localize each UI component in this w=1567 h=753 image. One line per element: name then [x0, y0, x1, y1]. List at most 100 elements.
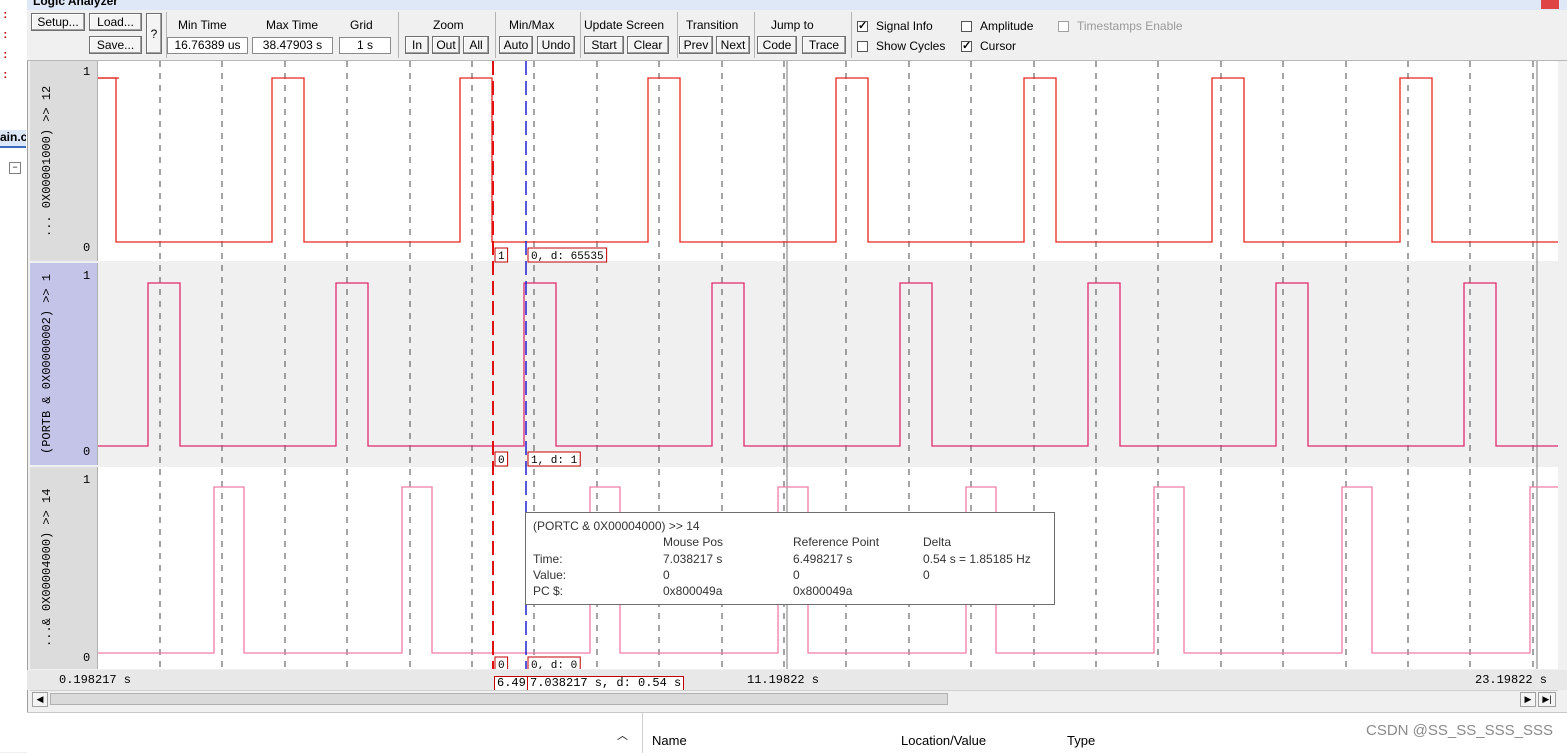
jump-to-label: Jump to: [771, 18, 814, 32]
svg-text:0, d: 0: 0, d: 0: [531, 660, 577, 669]
clear-button[interactable]: Clear: [627, 36, 669, 54]
tooltip-time-ref: 6.498217 s: [793, 552, 853, 566]
cursor-checkbox[interactable]: ✓: [961, 41, 972, 52]
minmax-label: Min/Max: [509, 18, 555, 32]
signal-2-low-label: 0: [83, 445, 91, 459]
zoom-out-button[interactable]: Out: [432, 36, 460, 54]
prev-button[interactable]: Prev: [679, 36, 713, 54]
collapse-icon[interactable]: −: [9, 162, 21, 174]
grid-field: 1 s: [339, 37, 391, 54]
signal-band-2: [98, 263, 1558, 465]
cursor-time-box: 7.038217 s, d: 0.54 s: [527, 676, 685, 691]
separator: [495, 12, 496, 58]
signal-1-low-label: 0: [83, 241, 91, 255]
tooltip-value-ref: 0: [793, 568, 800, 582]
signal-1-cursor-value: 0, d: 65535: [527, 247, 608, 263]
tooltip-value-delta: 0: [923, 568, 930, 582]
code-button[interactable]: Code: [757, 36, 797, 54]
signal-info-tooltip: (PORTC & 0X00004000) >> 14 Mouse Pos Ref…: [525, 512, 1055, 605]
next-button[interactable]: Next: [716, 36, 750, 54]
tooltip-time-delta: 0.54 s = 1.85185 Hz: [923, 552, 1031, 566]
tooltip-col-mouse: Mouse Pos: [663, 535, 724, 549]
max-time-field: 38.47903 s: [252, 37, 333, 54]
signal-1-high-label: 1: [83, 65, 91, 79]
tooltip-pc-mouse: 0x800049a: [663, 584, 723, 598]
min-time-field: 16.76389 us: [167, 37, 248, 54]
separator: [851, 12, 852, 58]
start-button[interactable]: Start: [584, 36, 624, 54]
svg-text:1, d: 1: 1, d: 1: [531, 455, 578, 467]
separator: [580, 12, 581, 58]
tooltip-value-mouse: 0: [663, 568, 670, 582]
timestamps-checkbox[interactable]: [1058, 21, 1069, 32]
svg-text:1: 1: [498, 251, 505, 263]
signal-label-2[interactable]: (PORTB & 0X00000002) >> 1: [30, 263, 98, 465]
tooltip-row-time: Time:: [533, 552, 563, 566]
scroll-right-icon[interactable]: ▶: [1520, 692, 1536, 707]
amplitude-checkbox[interactable]: [961, 21, 972, 32]
name-column-header[interactable]: Name: [652, 733, 687, 748]
svg-text:0, d: 65535: 0, d: 65535: [531, 251, 604, 263]
horizontal-scrollbar[interactable]: ◀ ▶ ▶|: [30, 690, 1558, 709]
auto-button[interactable]: Auto: [499, 36, 533, 54]
scroll-left-icon[interactable]: ◀: [32, 692, 48, 707]
save-button[interactable]: Save...: [89, 36, 142, 54]
setup-button[interactable]: Setup...: [31, 13, 85, 31]
tooltip-col-ref: Reference Point: [793, 535, 880, 549]
amplitude-label: Amplitude: [980, 19, 1034, 33]
help-button[interactable]: ?: [146, 13, 162, 54]
grid-label: Grid: [350, 18, 373, 32]
signal-2-high-label: 1: [83, 269, 91, 283]
tooltip-row-value: Value:: [533, 568, 567, 582]
toolbar: Setup... Load... Save... ? Min Time 16.7…: [27, 10, 1567, 61]
editor-tab-label: ain.c: [0, 130, 26, 144]
tooltip-pc-ref: 0x800049a: [793, 584, 853, 598]
tooltip-title: (PORTC & 0X00004000) >> 14: [533, 519, 700, 533]
update-screen-label: Update Screen: [584, 18, 665, 32]
location-column-header[interactable]: Location/Value: [901, 733, 986, 748]
time-axis: 0.198217 s 6.49 7.038217 s, d: 0.54 s 11…: [27, 670, 1567, 691]
signal-3-cursor-value: 0, d: 0: [527, 656, 581, 669]
reference-time-box: 6.49: [494, 676, 530, 691]
left-strip-mark: :: [2, 10, 9, 22]
signal-info-label: Signal Info: [876, 19, 933, 33]
trace-button[interactable]: Trace: [802, 36, 846, 54]
signal-info-checkbox[interactable]: ✓: [857, 21, 868, 32]
signal-label-1[interactable]: ... 0X00001000) >> 12: [30, 61, 98, 261]
signal-1-ref-value: 1: [494, 247, 509, 263]
time-axis-start: 0.198217 s: [59, 673, 132, 687]
editor-tab[interactable]: ain.c: [0, 130, 26, 148]
panel-divider: [642, 713, 643, 753]
scroll-end-icon[interactable]: ▶|: [1538, 692, 1556, 707]
signal-label-3[interactable]: ...& 0X00004000) >> 14: [30, 467, 98, 669]
signal-3-low-label: 0: [83, 651, 91, 665]
watermark: CSDN @SS_SS_SSS_SSS: [1366, 722, 1553, 739]
tooltip-col-delta: Delta: [923, 535, 952, 549]
collapse-up-icon[interactable]: ︿: [617, 727, 628, 743]
signal-2-ref-value: 0: [494, 451, 509, 467]
load-button[interactable]: Load...: [89, 13, 142, 31]
watch-panel: ︿ Name Location/Value Type: [27, 712, 1567, 753]
type-column-header[interactable]: Type: [1067, 733, 1095, 748]
time-axis-end: 23.19822 s: [1475, 673, 1548, 687]
close-icon[interactable]: [1541, 0, 1559, 9]
scrollbar-thumb[interactable]: [50, 693, 948, 705]
time-axis-mid: 11.19822 s: [747, 673, 820, 687]
show-cycles-label: Show Cycles: [876, 39, 946, 53]
signal-band-1: [98, 61, 1558, 261]
separator: [677, 12, 678, 58]
svg-text:0: 0: [498, 455, 505, 467]
zoom-label: Zoom: [433, 18, 464, 32]
signal-name-2: (PORTB & 0X00000002) >> 1: [40, 273, 54, 454]
undo-button[interactable]: Undo: [537, 36, 575, 54]
zoom-in-button[interactable]: In: [405, 36, 429, 54]
separator: [398, 12, 399, 58]
ide-left-strip: : : : : ain.c −: [0, 0, 28, 752]
zoom-all-button[interactable]: All: [463, 36, 489, 54]
signal-2-cursor-value: 1, d: 1: [527, 451, 581, 467]
separator: [754, 12, 755, 58]
tooltip-row-pc: PC $:: [533, 584, 564, 598]
show-cycles-checkbox[interactable]: [857, 41, 868, 52]
tooltip-time-mouse: 7.038217 s: [663, 552, 723, 566]
window-title: Logic Analyzer: [33, 0, 118, 8]
